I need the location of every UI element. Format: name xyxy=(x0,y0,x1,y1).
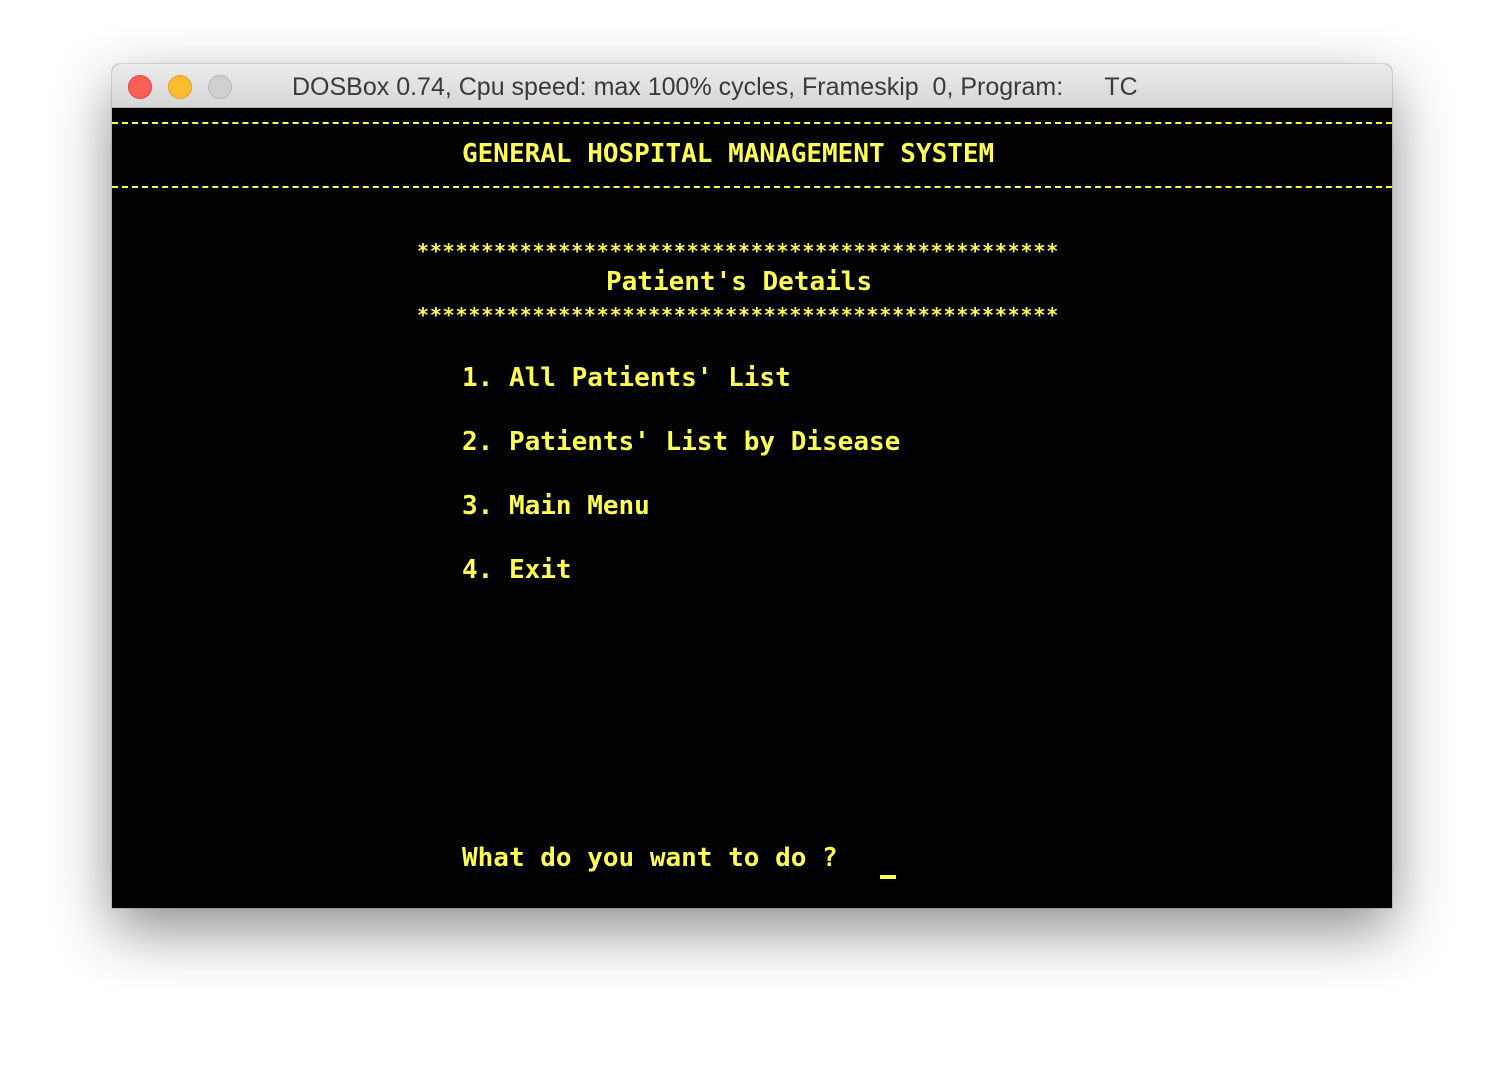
section-title: Patient's Details xyxy=(606,267,873,297)
minimize-window-button[interactable] xyxy=(168,75,192,99)
text-cursor[interactable] xyxy=(880,875,896,879)
maximize-window-button[interactable] xyxy=(208,75,232,99)
top-dashed-divider xyxy=(112,122,1392,124)
menu-item-all-patients[interactable]: 1. All Patients' List xyxy=(462,362,791,394)
menu-item-exit[interactable]: 4. Exit xyxy=(462,554,572,586)
menu-item-patients-by-disease[interactable]: 2. Patients' List by Disease xyxy=(462,426,900,458)
window-title: DOSBox 0.74, Cpu speed: max 100% cycles,… xyxy=(292,73,1138,101)
dos-screen[interactable]: GENERAL HOSPITAL MANAGEMENT SYSTEM *****… xyxy=(112,108,1392,908)
header-title: GENERAL HOSPITAL MANAGEMENT SYSTEM xyxy=(462,139,995,169)
star-line-bottom: ****************************************… xyxy=(417,304,1057,326)
header-dashed-divider xyxy=(112,186,1392,188)
close-window-button[interactable] xyxy=(128,75,152,99)
window-titlebar[interactable]: DOSBox 0.74, Cpu speed: max 100% cycles,… xyxy=(112,64,1392,108)
input-prompt: What do you want to do ? xyxy=(462,843,838,873)
dosbox-window: DOSBox 0.74, Cpu speed: max 100% cycles,… xyxy=(112,64,1392,908)
star-line-top: ****************************************… xyxy=(417,240,1057,262)
menu-item-main-menu[interactable]: 3. Main Menu xyxy=(462,490,650,522)
